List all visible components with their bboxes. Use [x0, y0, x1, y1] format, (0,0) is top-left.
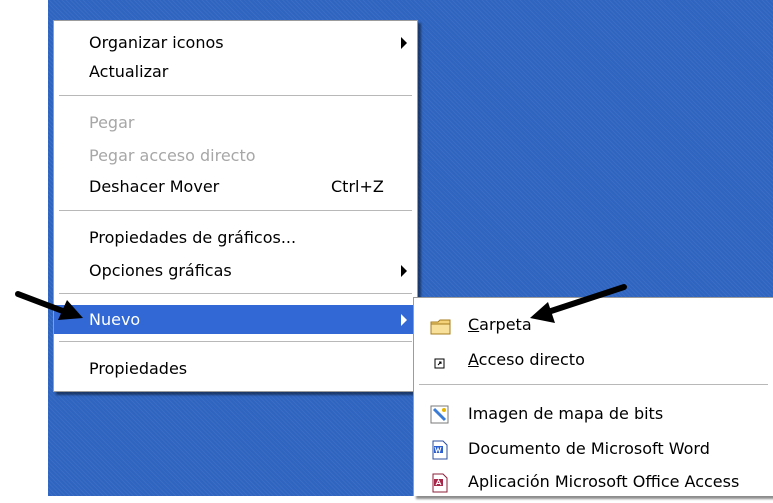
menu-separator	[59, 95, 412, 97]
desktop-context-menu: Organizar iconos Actualizar Pegar Pegar …	[53, 20, 418, 392]
submenu-nuevo: Carpeta Acceso directo Imagen de mapa de…	[413, 297, 773, 496]
menu-item-label: Organizar iconos	[89, 33, 224, 52]
menu-separator	[419, 384, 768, 386]
menu-item-label: Propiedades de gráficos...	[89, 228, 297, 247]
menu-item-actualizar[interactable]: Actualizar	[54, 57, 417, 86]
menu-item-pegar-acceso-directo: Pegar acceso directo	[54, 141, 417, 170]
submenu-arrow-icon	[401, 314, 407, 326]
menu-item-label: Opciones gráficas	[89, 261, 232, 280]
menu-item-propiedades-graficos[interactable]: Propiedades de gráficos...	[54, 223, 417, 252]
submenu-item-label: arpeta	[479, 315, 532, 334]
menu-item-organizar-iconos[interactable]: Organizar iconos	[54, 28, 417, 57]
folder-icon	[430, 316, 451, 335]
menu-item-pegar: Pegar	[54, 108, 417, 137]
menu-item-propiedades[interactable]: Propiedades	[54, 354, 417, 383]
word-document-icon	[430, 440, 450, 460]
submenu-arrow-icon	[401, 265, 407, 277]
menu-item-label: Deshacer Mover	[89, 177, 220, 196]
menu-separator	[59, 341, 412, 343]
access-application-icon	[430, 473, 450, 493]
menu-item-label: Propiedades	[89, 359, 188, 378]
menu-item-deshacer-mover[interactable]: Deshacer Mover Ctrl+Z	[54, 172, 417, 201]
menu-separator	[59, 293, 412, 295]
menu-separator	[59, 210, 412, 212]
menu-item-nuevo[interactable]: Nuevo	[54, 305, 417, 334]
submenu-item-aplicacion-access[interactable]: Aplicación Microsoft Office Access	[414, 467, 773, 497]
submenu-item-label: Aplicación Microsoft Office Access	[468, 472, 740, 491]
menu-item-opciones-graficas[interactable]: Opciones gráficas	[54, 256, 417, 285]
submenu-arrow-icon	[401, 37, 407, 49]
accelerator-letter: A	[468, 350, 479, 369]
menu-item-label: Pegar acceso directo	[89, 146, 256, 165]
bitmap-image-icon	[430, 405, 450, 424]
menu-item-label: Nuevo	[89, 310, 141, 329]
menu-item-label: Pegar	[89, 113, 135, 132]
submenu-item-label: cceso directo	[478, 350, 585, 369]
submenu-item-documento-word[interactable]: Documento de Microsoft Word	[414, 434, 773, 464]
submenu-item-imagen-mapa-bits[interactable]: Imagen de mapa de bits	[414, 399, 773, 429]
submenu-item-carpeta[interactable]: Carpeta	[414, 310, 773, 340]
accelerator-letter: C	[468, 315, 480, 334]
submenu-item-label: Documento de Microsoft Word	[468, 439, 710, 458]
menu-item-label: Actualizar	[89, 62, 169, 81]
submenu-item-acceso-directo[interactable]: Acceso directo	[414, 345, 773, 375]
menu-item-shortcut: Ctrl+Z	[331, 177, 384, 196]
shortcut-icon	[430, 351, 450, 369]
submenu-item-label: Imagen de mapa de bits	[468, 404, 664, 423]
